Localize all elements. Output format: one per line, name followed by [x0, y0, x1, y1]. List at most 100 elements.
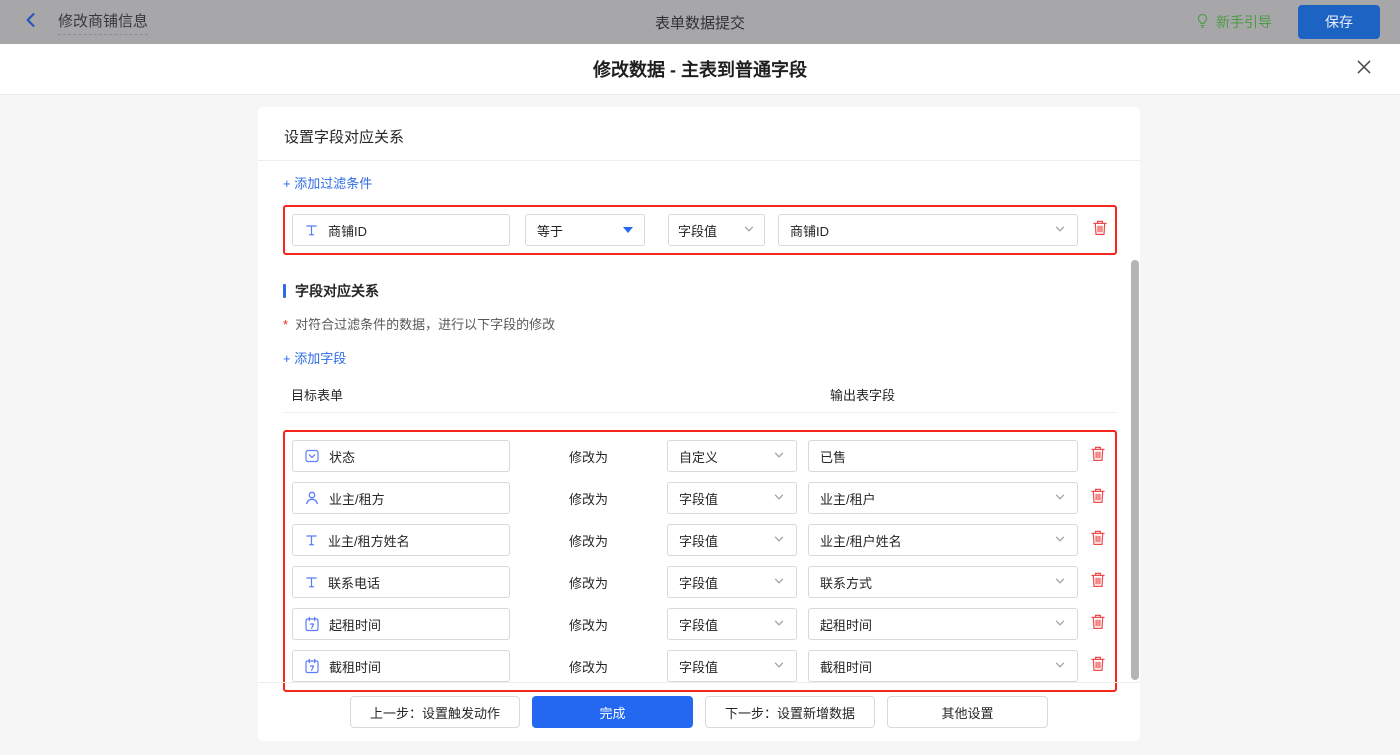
- modify-mode-value: 字段值: [679, 575, 719, 591]
- output-value-text: 已售: [820, 449, 847, 465]
- chevron-down-icon: [765, 617, 785, 632]
- filter-value-type: 字段值: [678, 223, 718, 239]
- target-field-input[interactable]: 截租时间: [292, 650, 510, 682]
- modify-mode-select[interactable]: 字段值: [667, 566, 797, 598]
- target-field-input[interactable]: 业主/租方: [292, 482, 510, 514]
- modify-mode-select[interactable]: 字段值: [667, 482, 797, 514]
- delete-filter-button[interactable]: [1092, 219, 1108, 241]
- back-button[interactable]: [20, 11, 42, 33]
- chevron-down-icon: [765, 533, 785, 548]
- done-button[interactable]: 完成: [532, 696, 693, 728]
- output-field-select[interactable]: 联系方式: [808, 566, 1078, 598]
- target-field-label: 状态: [329, 449, 356, 465]
- mapping-row: 起租时间 修改为 字段值 起租时间: [292, 608, 1108, 640]
- chevron-down-icon: [1046, 659, 1066, 674]
- chevron-down-icon: [735, 223, 755, 238]
- text-field-icon: [304, 223, 319, 238]
- chevron-down-icon: [1046, 575, 1066, 590]
- modify-mode-select[interactable]: 字段值: [667, 650, 797, 682]
- modify-mode-value: 字段值: [679, 617, 719, 633]
- modal-header: 修改数据 - 主表到普通字段: [0, 44, 1400, 95]
- output-field-select[interactable]: 业主/租户姓名: [808, 524, 1078, 556]
- output-field-value: 截租时间: [820, 659, 873, 675]
- trash-icon: [1090, 529, 1106, 551]
- calendar-icon: [304, 616, 320, 632]
- target-field-label: 起租时间: [329, 617, 382, 633]
- filter-condition-row: 商铺ID 等于 字段值 商铺ID: [283, 205, 1117, 255]
- chevron-down-icon: [765, 449, 785, 464]
- filter-operator-value: 等于: [537, 223, 564, 239]
- flow-title[interactable]: 修改商铺信息: [58, 10, 149, 35]
- calendar-icon: [304, 658, 320, 674]
- delete-row-button[interactable]: [1090, 655, 1106, 677]
- trash-icon: [1090, 655, 1106, 677]
- modify-mode-value: 字段值: [679, 491, 719, 507]
- scrollbar-thumb[interactable]: [1131, 260, 1139, 680]
- filter-field-input[interactable]: 商铺ID: [292, 214, 510, 246]
- save-button[interactable]: 保存: [1298, 5, 1380, 39]
- add-filter-link[interactable]: + 添加过滤条件: [283, 173, 372, 192]
- output-field-value: 业主/租户: [820, 491, 876, 507]
- output-field-value: 联系方式: [820, 575, 873, 591]
- mapping-note: * 对符合过滤条件的数据，进行以下字段的修改: [283, 314, 1117, 333]
- section-marker: [283, 284, 286, 298]
- close-button[interactable]: [1354, 59, 1374, 79]
- next-step-button[interactable]: 下一步：设置新增数据: [705, 696, 876, 728]
- modify-mode-select[interactable]: 字段值: [667, 524, 797, 556]
- person-icon: [304, 490, 320, 506]
- delete-row-button[interactable]: [1090, 571, 1106, 593]
- target-field-input[interactable]: 联系电话: [292, 566, 510, 598]
- target-field-input[interactable]: 起租时间: [292, 608, 510, 640]
- modify-label: 修改为: [568, 659, 608, 675]
- output-field-header: 输出表字段: [830, 388, 896, 403]
- close-icon: [1355, 58, 1373, 81]
- modify-mode-value: 字段值: [679, 533, 719, 549]
- modify-mode-select[interactable]: 字段值: [667, 608, 797, 640]
- other-settings-button[interactable]: 其他设置: [887, 696, 1049, 728]
- output-field-value: 业主/租户姓名: [820, 533, 902, 549]
- text-field-icon: [304, 575, 319, 590]
- caret-down-icon: [623, 227, 633, 233]
- text-field-icon: [304, 533, 319, 548]
- chevron-down-icon: [765, 659, 785, 674]
- chevron-down-icon: [1046, 533, 1066, 548]
- target-field-input[interactable]: 状态: [292, 440, 510, 472]
- output-field-select[interactable]: 截租时间: [808, 650, 1078, 682]
- beginner-guide-link[interactable]: 新手引导: [1195, 12, 1272, 32]
- modify-label: 修改为: [568, 491, 608, 507]
- trash-icon: [1090, 613, 1106, 635]
- select-field-icon: [304, 448, 320, 464]
- panel-footer: 上一步：设置触发动作 完成 下一步：设置新增数据 其他设置: [258, 682, 1140, 741]
- prev-step-button[interactable]: 上一步：设置触发动作: [349, 696, 520, 728]
- mapping-row: 状态 修改为 自定义 已售: [292, 440, 1108, 472]
- modal-body: 设置字段对应关系 + 添加过滤条件 商铺ID 等于 字段值 商铺ID 字段对应关…: [0, 95, 1400, 755]
- modify-mode-select[interactable]: 自定义: [667, 440, 797, 472]
- trash-icon: [1090, 571, 1106, 593]
- add-field-link[interactable]: + 添加字段: [283, 348, 346, 367]
- trash-icon: [1092, 219, 1108, 241]
- chevron-down-icon: [1046, 223, 1066, 238]
- delete-row-button[interactable]: [1090, 445, 1106, 467]
- modify-label: 修改为: [568, 575, 608, 591]
- mapping-row: 业主/租方 修改为 字段值 业主/租户: [292, 482, 1108, 514]
- top-bar: 修改商铺信息 表单数据提交 新手引导 保存: [0, 0, 1400, 44]
- filter-operator-select[interactable]: 等于: [525, 214, 645, 246]
- output-field-value: 起租时间: [820, 617, 873, 633]
- filter-value-select[interactable]: 商铺ID: [778, 214, 1078, 246]
- target-field-input[interactable]: 业主/租方姓名: [292, 524, 510, 556]
- output-value-input[interactable]: 已售: [808, 440, 1078, 472]
- filter-field-label: 商铺ID: [328, 223, 368, 239]
- guide-label: 新手引导: [1216, 14, 1272, 30]
- chevron-down-icon: [765, 575, 785, 590]
- output-field-select[interactable]: 业主/租户: [808, 482, 1078, 514]
- target-field-label: 业主/租方: [329, 491, 385, 507]
- panel-title: 设置字段对应关系: [258, 107, 1140, 161]
- target-field-label: 截租时间: [329, 659, 382, 675]
- delete-row-button[interactable]: [1090, 613, 1106, 635]
- output-field-select[interactable]: 起租时间: [808, 608, 1078, 640]
- filter-value-type-select[interactable]: 字段值: [668, 214, 765, 246]
- modify-label: 修改为: [568, 449, 608, 465]
- delete-row-button[interactable]: [1090, 529, 1106, 551]
- modify-label: 修改为: [568, 533, 608, 549]
- delete-row-button[interactable]: [1090, 487, 1106, 509]
